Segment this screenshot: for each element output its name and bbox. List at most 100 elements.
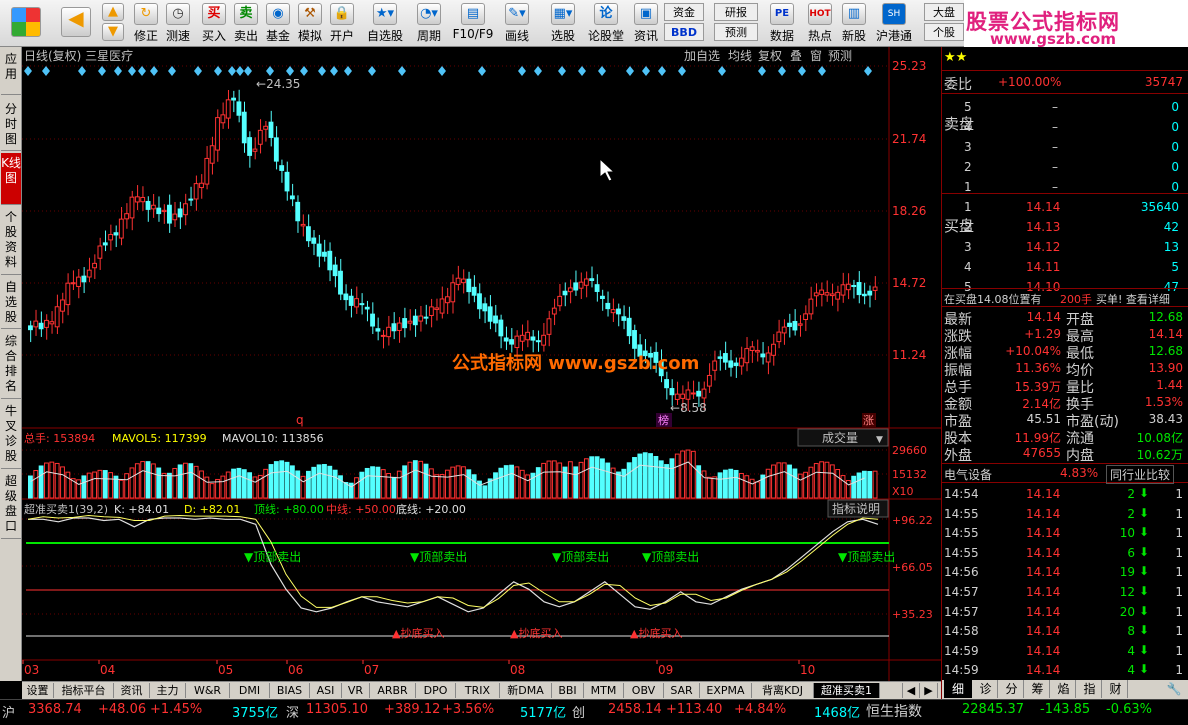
buy-level-row[interactable]: 3 14.12 13	[942, 237, 1188, 257]
toolbar-dapan[interactable]: 大盘 个股	[924, 3, 964, 46]
sell-level-row[interactable]: 3–0	[942, 137, 1188, 157]
ind-top: 顶线: +80.00	[254, 502, 324, 516]
tab-profile[interactable]: 个股资料	[1, 207, 21, 275]
adjust-button[interactable]: 复权	[758, 49, 782, 63]
volume-bar	[600, 458, 605, 499]
indicator-help-label: 指标说明	[832, 501, 880, 516]
toolbar-hk-connect[interactable]: SH 沪港通	[872, 2, 916, 45]
tab-finance[interactable]: 财	[1104, 680, 1128, 698]
sell-level-row[interactable]: 2–0	[942, 157, 1188, 177]
scroll-left-button[interactable]: ◀	[902, 683, 920, 698]
candle-body	[236, 101, 242, 116]
tab-sar[interactable]: SAR	[664, 683, 700, 698]
back-button[interactable]: ◀	[58, 2, 94, 45]
queue-row[interactable]: 在买盘14.08位置有 200手 买单! 查看详细	[942, 288, 1188, 307]
volume-bar	[199, 470, 204, 499]
tab-ranking[interactable]: 综合排名	[1, 331, 21, 399]
forum-icon: 论	[594, 3, 618, 25]
window-button[interactable]: 窗	[810, 49, 822, 63]
tab-news[interactable]: 资讯	[114, 683, 150, 698]
tab-intraday[interactable]: 分时图	[1, 99, 21, 151]
tab-vr[interactable]: VR	[342, 683, 370, 698]
tab-watchlist[interactable]: 自选股	[1, 277, 21, 329]
tab-order-book[interactable]: 超级盘口	[1, 471, 21, 539]
tab-main-force[interactable]: 主力	[150, 683, 186, 698]
tab-arbr[interactable]: ARBR	[370, 683, 416, 698]
kline-chart-area[interactable]: 日线(复权) 三星医疗 加自选 均线 复权 叠 窗 预测 25.23 21.74…	[22, 47, 941, 681]
candle-body	[38, 322, 44, 330]
tab-wr[interactable]: W&R	[186, 683, 230, 698]
sector-compare-button[interactable]: 同行业比较	[1106, 465, 1175, 484]
sell-level-row[interactable]: 5–0	[942, 97, 1188, 117]
tab-asi[interactable]: ASI	[310, 683, 342, 698]
tab-flame[interactable]: 焰	[1052, 680, 1076, 698]
tab-minute[interactable]: 分	[1000, 680, 1024, 698]
candle-body	[161, 209, 167, 213]
indicator-tabs: 设置 指标平台 资讯 主力 W&R DMI BIAS ASI VR ARBR D…	[22, 681, 941, 699]
tab-bbi[interactable]: BBI	[552, 683, 584, 698]
signal-diamond-icon	[330, 66, 338, 76]
toolbar-open-account[interactable]: 🔒 开户	[320, 2, 364, 45]
candle-body	[76, 276, 81, 287]
volume-bar	[621, 468, 627, 499]
candle-body	[241, 111, 247, 144]
q-mark: q	[296, 413, 304, 427]
tab-kline[interactable]: K线图	[1, 153, 21, 205]
toolbar-zijin[interactable]: 资金 BBD	[664, 3, 704, 46]
toolbar-f10[interactable]: ▤ F10/F9	[452, 2, 494, 45]
signal-diamond-icon	[24, 66, 32, 76]
wrench-icon[interactable]: 🔧	[1164, 680, 1184, 698]
volume-bar	[562, 466, 568, 499]
toolbar-watchlist[interactable]: ★▾ 自选股	[362, 2, 408, 45]
sell-level-row[interactable]: 4–0	[942, 117, 1188, 137]
tab-chaozhun[interactable]: 超准买卖1	[814, 683, 880, 698]
tab-bias[interactable]: BIAS	[270, 683, 310, 698]
tab-settings[interactable]: 设置	[22, 683, 54, 698]
forecast-button[interactable]: 预测	[828, 49, 852, 63]
toolbar-news[interactable]: ▣ 资讯	[624, 2, 668, 45]
signal-diamond-icon	[626, 66, 634, 76]
tab-dpo[interactable]: DPO	[416, 683, 456, 698]
zhang-mark: 涨	[863, 414, 874, 427]
volume-bar	[541, 462, 547, 499]
tab-divergence-kdj[interactable]: 背离KDJ	[752, 683, 814, 698]
buy-level-row[interactable]: 4 14.11 5	[942, 257, 1188, 277]
toolbar-draw[interactable]: ✎▾ 画线	[496, 2, 538, 45]
tab-chips[interactable]: 筹	[1026, 680, 1050, 698]
candle-body	[316, 243, 322, 257]
tab-obv[interactable]: OBV	[624, 683, 664, 698]
toolbar-period[interactable]: ◔▾ 周期	[408, 2, 450, 45]
scroll-right-button[interactable]: ▶	[920, 683, 938, 698]
tab-dmi[interactable]: DMI	[230, 683, 270, 698]
toolbar-forum[interactable]: 论论股堂	[586, 2, 626, 45]
tab-diag[interactable]: 诊	[974, 680, 998, 698]
candle-body	[471, 286, 477, 296]
volume-bar	[722, 469, 728, 499]
volume-bar	[434, 474, 440, 499]
toolbar-yanbao[interactable]: 研报 预测	[714, 3, 758, 46]
kline-svg[interactable]: 日线(复权) 三星医疗 加自选 均线 复权 叠 窗 预测 25.23 21.74…	[22, 47, 941, 681]
tab-diagnosis[interactable]: 牛叉诊股	[1, 401, 21, 469]
volume-bar	[450, 466, 456, 499]
star-icon[interactable]: ★★	[944, 50, 967, 65]
tab-mtm[interactable]: MTM	[584, 683, 624, 698]
toolbar-ipo[interactable]: ▥ 新股	[832, 2, 876, 45]
add-watch-button[interactable]: 加自选	[684, 49, 720, 63]
tab-apps[interactable]: 应用	[1, 49, 21, 95]
buy-level-row[interactable]: 1 14.14 35640	[942, 197, 1188, 217]
toolbar-select[interactable]: ▦▾ 选股	[542, 2, 584, 45]
volume-bar	[706, 476, 712, 499]
up-down-button[interactable]: ▲ ▼	[100, 2, 126, 45]
vol-ma10: MAVOL10: 113856	[222, 432, 324, 445]
ma-button[interactable]: 均线	[728, 49, 752, 63]
sell-level-row[interactable]: 1–0	[942, 177, 1188, 197]
tab-detail[interactable]: 细	[944, 680, 972, 698]
app-grid-icon[interactable]	[6, 2, 46, 45]
tab-index[interactable]: 指	[1078, 680, 1102, 698]
tab-expma[interactable]: EXPMA	[700, 683, 752, 698]
tab-trix[interactable]: TRIX	[456, 683, 500, 698]
buy-level-row[interactable]: 2 14.13 42	[942, 217, 1188, 237]
tab-indicator-platform[interactable]: 指标平台	[54, 683, 114, 698]
overlay-button[interactable]: 叠	[790, 49, 802, 63]
tab-new-dma[interactable]: 新DMA	[500, 683, 552, 698]
